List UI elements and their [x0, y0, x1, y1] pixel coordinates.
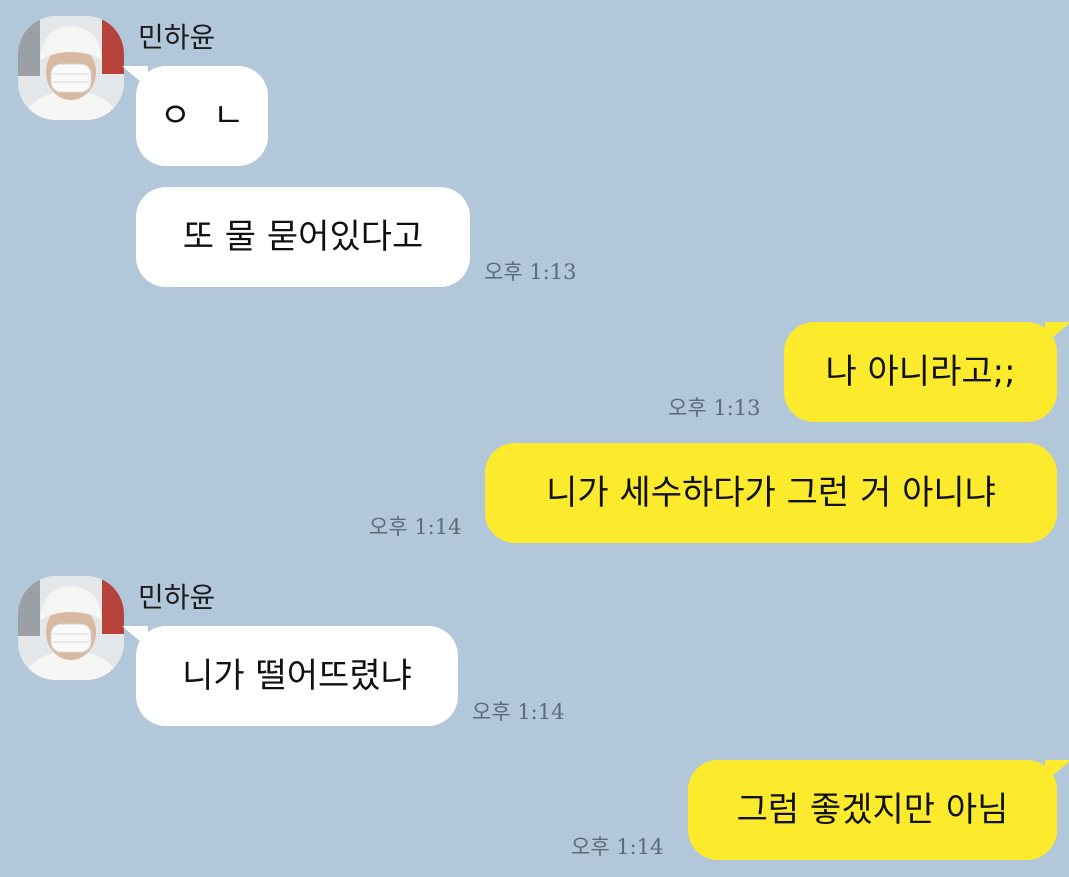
- bubble-tail: [1045, 760, 1069, 782]
- profile-photo-avatar-icon: [18, 16, 124, 120]
- message-text: 나 아니라고;;: [825, 352, 1016, 392]
- message-bubble-incoming[interactable]: ㅇㄴ: [122, 66, 268, 166]
- bubble-tail: [122, 626, 148, 648]
- message-bubble-outgoing[interactable]: 나 아니라고;;: [784, 322, 1069, 422]
- message-timestamp: 오후 1:13: [668, 396, 761, 420]
- message-timestamp: 오후 1:13: [484, 260, 577, 284]
- message-bubble-outgoing[interactable]: 그럼 좋겠지만 아님: [688, 760, 1069, 860]
- message-text: 또 물 묻어있다고: [182, 217, 424, 257]
- message-bubble-incoming[interactable]: 니가 떨어뜨렸냐: [122, 626, 458, 726]
- message-text: 그럼 좋겠지만 아님: [736, 790, 1009, 830]
- message-text: ㅇㄴ: [159, 96, 267, 136]
- sender-avatar[interactable]: [18, 576, 124, 680]
- sender-name: 민하윤: [138, 581, 216, 614]
- profile-photo-avatar-icon: [18, 576, 124, 680]
- sender-name: 민하윤: [138, 21, 216, 54]
- message-timestamp: 오후 1:14: [571, 835, 664, 859]
- message-timestamp: 오후 1:14: [472, 700, 565, 724]
- message-bubble-outgoing[interactable]: 니가 세수하다가 그런 거 아니냐: [485, 443, 1057, 543]
- message-bubble-incoming[interactable]: 또 물 묻어있다고: [136, 187, 470, 287]
- bubble-tail: [122, 66, 148, 88]
- message-timestamp: 오후 1:14: [369, 515, 462, 539]
- message-text: 니가 세수하다가 그런 거 아니냐: [546, 473, 996, 513]
- bubble-tail: [1045, 322, 1069, 344]
- message-text: 니가 떨어뜨렸냐: [182, 656, 412, 696]
- sender-avatar[interactable]: [18, 16, 124, 120]
